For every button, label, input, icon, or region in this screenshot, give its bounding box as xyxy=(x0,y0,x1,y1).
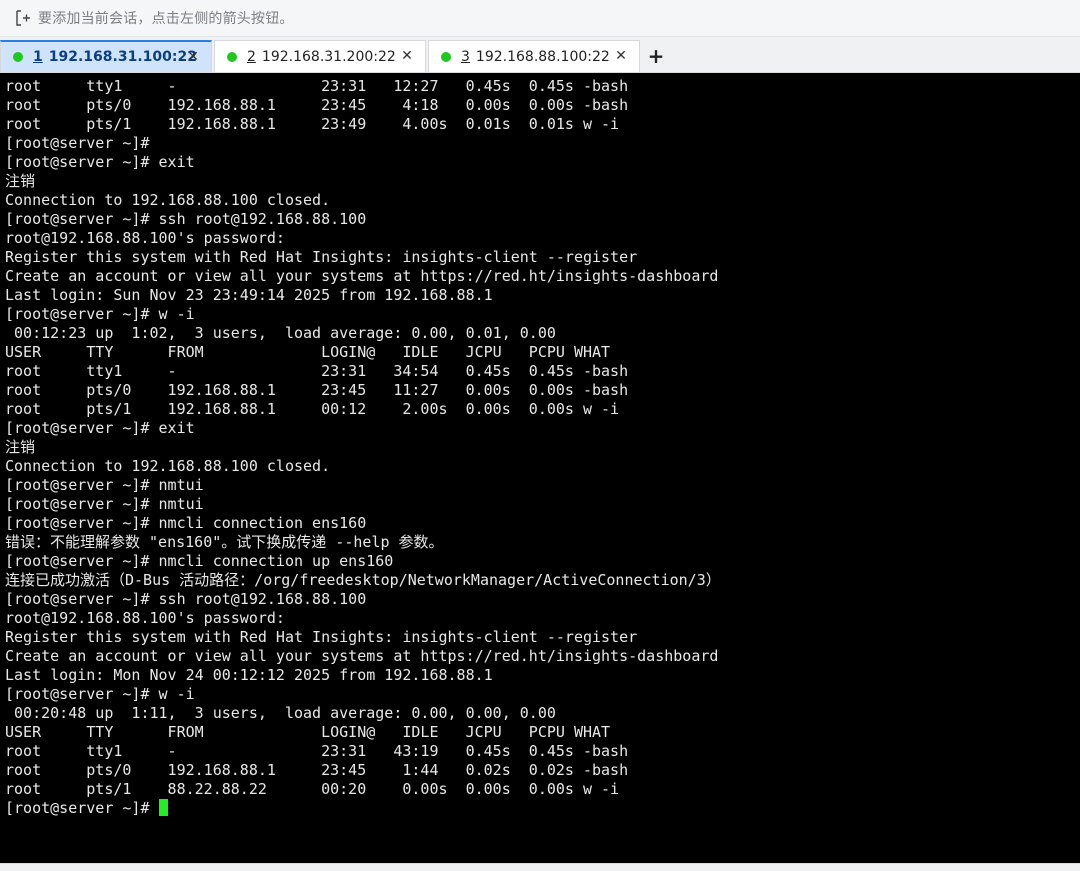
terminal-line: 注销 xyxy=(5,438,36,456)
terminal-line: 00:20:48 up 1:11, 3 users, load average:… xyxy=(5,704,556,722)
close-icon[interactable]: ✕ xyxy=(399,48,415,64)
terminal-line: Create an account or view all your syste… xyxy=(5,267,719,285)
terminal-line: root pts/0 192.168.88.1 23:45 4:18 0.00s… xyxy=(5,96,629,114)
terminal-line: root pts/1 192.168.88.1 00:12 2.00s 0.00… xyxy=(5,400,620,418)
terminal-line: root pts/1 192.168.88.1 23:49 4.00s 0.01… xyxy=(5,115,620,133)
terminal-line: Connection to 192.168.88.100 closed. xyxy=(5,457,331,475)
tab-number: 2 xyxy=(247,48,256,65)
terminal-line: 错误：不能理解参数 "ens160"。试下换成传递 --help 参数。 xyxy=(5,533,444,551)
terminal-line: root tty1 - 23:31 43:19 0.45s 0.45s -bas… xyxy=(5,742,629,760)
terminal-line: [root@server ~]# nmtui xyxy=(5,476,204,494)
close-icon[interactable]: ✕ xyxy=(185,49,201,65)
terminal-line: [root@server ~]# exit xyxy=(5,419,195,437)
tab-title: 192.168.88.100:22 xyxy=(475,48,610,65)
session-hint-bar: 要添加当前会话，点击左侧的箭头按钮。 xyxy=(0,0,1080,37)
tab-session-2[interactable]: 2 192.168.31.200:22 ✕ xyxy=(214,40,426,72)
terminal-line: Last login: Sun Nov 23 23:49:14 2025 fro… xyxy=(5,286,493,304)
terminal-line: 00:12:23 up 1:02, 3 users, load average:… xyxy=(5,324,556,342)
terminal-line: root pts/0 192.168.88.1 23:45 11:27 0.00… xyxy=(5,381,629,399)
terminal-line: 连接已成功激活（D-Bus 活动路径：/org/freedesktop/Netw… xyxy=(5,571,721,589)
terminal-line: root@192.168.88.100's password: xyxy=(5,609,285,627)
terminal-line: root pts/0 192.168.88.1 23:45 1:44 0.02s… xyxy=(5,761,629,779)
close-icon[interactable]: ✕ xyxy=(613,48,629,64)
terminal-line: Last login: Mon Nov 24 00:12:12 2025 fro… xyxy=(5,666,493,684)
terminal-line: [root@server ~]# ssh root@192.168.88.100 xyxy=(5,210,367,228)
new-tab-button[interactable]: + xyxy=(642,40,670,72)
terminal-line: Register this system with Red Hat Insigh… xyxy=(5,628,638,646)
tab-number: 1 xyxy=(33,49,43,65)
terminal-prompt-line[interactable]: [root@server ~]# xyxy=(5,799,721,818)
terminal-line: 注销 xyxy=(5,172,36,190)
terminal-line: [root@server ~]# exit xyxy=(5,153,195,171)
terminal-line: [root@server ~]# nmcli connection up ens… xyxy=(5,552,394,570)
text-cursor xyxy=(158,799,168,816)
tab-number: 3 xyxy=(461,48,470,65)
tab-session-3[interactable]: 3 192.168.88.100:22 ✕ xyxy=(428,40,640,72)
terminal-line: root@192.168.88.100's password: xyxy=(5,229,285,247)
terminal-output[interactable]: root tty1 - 23:31 12:27 0.45s 0.45s -bas… xyxy=(0,73,1080,863)
terminal-line: [root@server ~]# w -i xyxy=(5,685,195,703)
session-hint-text: 要添加当前会话，点击左侧的箭头按钮。 xyxy=(38,11,294,27)
connected-status-icon xyxy=(227,51,237,62)
terminal-line: [root@server ~]# w -i xyxy=(5,305,195,323)
connected-status-icon xyxy=(13,52,23,62)
terminal-line: [root@server ~]# xyxy=(5,134,150,152)
terminal-line: USER TTY FROM LOGIN@ IDLE JCPU PCPU WHAT xyxy=(5,343,611,361)
shell-prompt: [root@server ~]# xyxy=(5,799,159,817)
terminal-line: [root@server ~]# ssh root@192.168.88.100 xyxy=(5,590,367,608)
session-tab-bar: 1 192.168.31.100:22 ✕ 2 192.168.31.200:2… xyxy=(0,37,1080,73)
terminal-line: Connection to 192.168.88.100 closed. xyxy=(5,191,331,209)
tab-title: 192.168.31.200:22 xyxy=(261,48,396,65)
terminal-line: [root@server ~]# nmcli connection ens160 xyxy=(5,514,367,532)
tab-session-1[interactable]: 1 192.168.31.100:22 ✕ xyxy=(0,40,212,72)
connected-status-icon xyxy=(441,51,451,62)
add-session-icon[interactable] xyxy=(14,9,32,27)
terminal-line: Create an account or view all your syste… xyxy=(5,647,719,665)
terminal-line: root tty1 - 23:31 12:27 0.45s 0.45s -bas… xyxy=(5,77,629,95)
terminal-line: USER TTY FROM LOGIN@ IDLE JCPU PCPU WHAT xyxy=(5,723,611,741)
tab-title: 192.168.31.100:22 xyxy=(48,49,197,65)
terminal-line: root pts/1 88.22.88.22 00:20 0.00s 0.00s… xyxy=(5,780,620,798)
terminal-line: root tty1 - 23:31 34:54 0.45s 0.45s -bas… xyxy=(5,362,629,380)
terminal-line: Register this system with Red Hat Insigh… xyxy=(5,248,638,266)
terminal-lines: root tty1 - 23:31 12:27 0.45s 0.45s -bas… xyxy=(5,77,721,818)
terminal-line: [root@server ~]# nmtui xyxy=(5,495,204,513)
